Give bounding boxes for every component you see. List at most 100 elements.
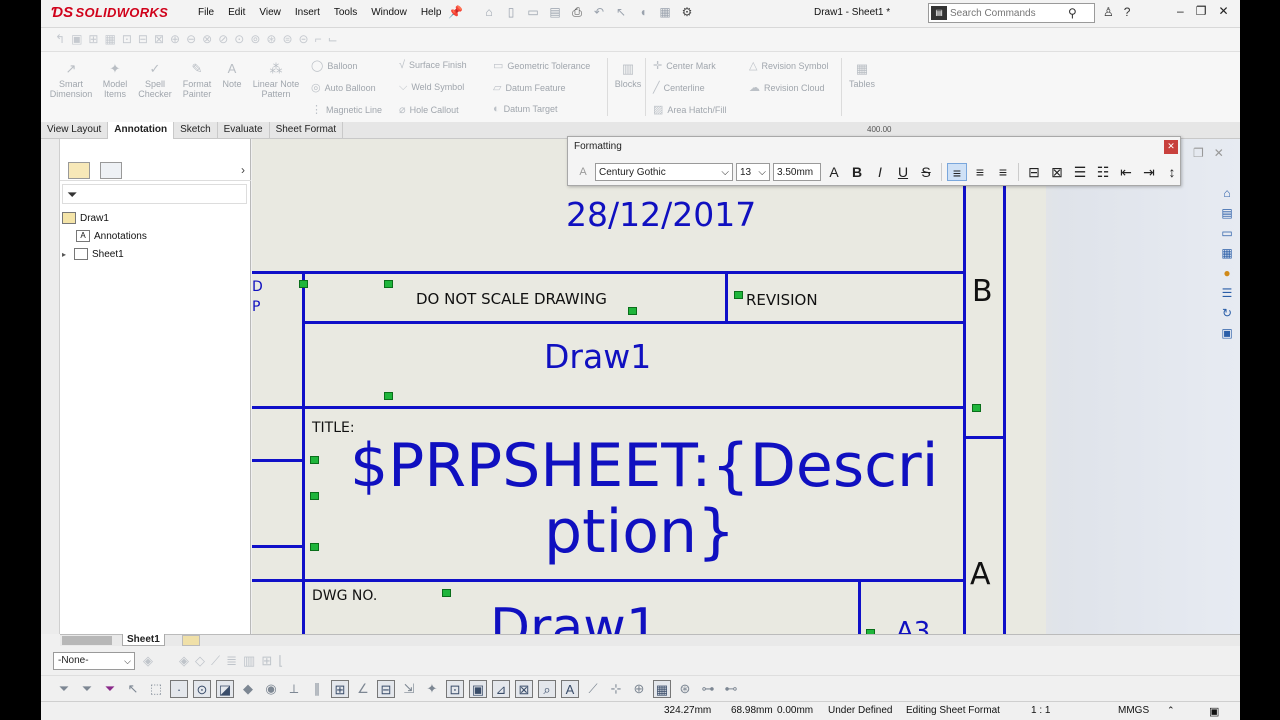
hole-callout-button[interactable]: ⌀ Hole Callout [399, 103, 459, 116]
align-right-icon[interactable]: ≡ [993, 163, 1013, 181]
left-fragment-2[interactable]: P [252, 299, 260, 315]
pin-menu-icon[interactable]: 📌 [448, 5, 463, 19]
file-explorer-icon[interactable]: ▭ [1218, 225, 1236, 242]
sheet-name-text[interactable]: Draw1 [544, 337, 651, 376]
clear-format-icon[interactable]: ⊠ [1047, 163, 1067, 181]
select-icon[interactable]: ↖ [613, 4, 629, 20]
select-arrow-icon[interactable]: ↖ [124, 680, 142, 698]
sketch-tool-icon[interactable]: ⊷ [722, 680, 740, 698]
strikethrough-button[interactable]: S [916, 163, 936, 181]
surface-finish-button[interactable]: √ Surface Finish [399, 59, 467, 71]
solidworks-logo[interactable]: ƊS SOLIDWORKS [51, 4, 168, 21]
menu-help[interactable]: Help [414, 7, 449, 18]
auto-balloon-button[interactable]: ◎ Auto Balloon [311, 81, 376, 94]
tool-icon[interactable]: ⊖ [186, 32, 196, 46]
selection-handle[interactable] [442, 589, 451, 597]
zoom-snap-icon[interactable]: ⌕ [538, 680, 556, 698]
status-units[interactable]: MMGS [1118, 705, 1149, 716]
solidworks-resources-icon[interactable]: ↻ [1218, 305, 1236, 322]
tool-icon[interactable]: ⊛ [266, 32, 276, 46]
decrease-indent-icon[interactable]: ⇤ [1116, 163, 1136, 181]
print-icon[interactable]: ⎙ [569, 4, 585, 20]
line-thickness-icon[interactable]: ◇ [195, 653, 205, 669]
increase-indent-icon[interactable]: ⇥ [1139, 163, 1159, 181]
underline-button[interactable]: U [893, 163, 913, 181]
chevron-right-icon[interactable]: › [241, 163, 245, 177]
sheet-date[interactable]: 28/12/2017 [566, 195, 756, 234]
design-library-icon[interactable]: ▤ [1218, 205, 1236, 222]
bullets-icon[interactable]: ☰ [1070, 163, 1090, 181]
weld-symbol-button[interactable]: ⌵ Weld Symbol [399, 81, 464, 94]
smart-dimension-button[interactable]: ↗ Smart Dimension [45, 62, 97, 100]
sketch-relation-icon[interactable]: ✦ [423, 680, 441, 698]
tables-button[interactable]: ▦ Tables [847, 62, 877, 90]
font-color-button[interactable]: A [824, 163, 844, 181]
tool-icon[interactable]: ⊘ [218, 32, 228, 46]
search-icon[interactable]: ⚲ [1068, 6, 1077, 20]
title-label[interactable]: TITLE: [312, 420, 355, 436]
sheet-navigation[interactable] [62, 636, 112, 645]
sheet-size-value[interactable]: A3 [896, 617, 930, 634]
line-spacing-icon[interactable]: ↕ [1162, 163, 1182, 181]
selection-handle[interactable] [734, 291, 743, 299]
tool-icon[interactable]: ⊟ [138, 32, 148, 46]
search-input[interactable] [950, 7, 1068, 19]
tool-icon[interactable]: ⊗ [202, 32, 212, 46]
hide-edge-icon[interactable]: ≣ [226, 653, 237, 669]
layer-properties-icon[interactable]: ◈ [143, 653, 153, 669]
bold-button[interactable]: B [847, 163, 867, 181]
area-hatch-button[interactable]: ▨ Area Hatch/Fill [653, 103, 726, 116]
tool-icon[interactable]: ▦ [104, 32, 115, 46]
close-icon[interactable]: ✕ [1214, 146, 1224, 160]
line-color-icon[interactable]: ◈ [179, 653, 189, 669]
menu-window[interactable]: Window [364, 7, 414, 18]
snap-distance-icon[interactable]: ⇲ [400, 680, 418, 698]
restore-icon[interactable]: ❐ [1196, 4, 1207, 18]
home-icon[interactable]: ⌂ [481, 4, 497, 20]
tool-icon[interactable]: ⌐ [315, 32, 322, 46]
do-not-scale-text[interactable]: DO NOT SCALE DRAWING [416, 290, 607, 308]
geometric-tolerance-button[interactable]: ▭ Geometric Tolerance [493, 59, 590, 72]
new-document-icon[interactable]: ▯ [503, 4, 519, 20]
user-icon[interactable]: ♙ [1103, 5, 1114, 19]
file-properties-icon[interactable]: ▦ [657, 4, 673, 20]
title-value-line1[interactable]: $PRPSHEET:{Descri [350, 431, 938, 501]
left-fragment-1[interactable]: D [252, 279, 263, 295]
select-window-icon[interactable]: ⬚ [147, 680, 165, 698]
tab-sheet-format[interactable]: Sheet Format [270, 122, 344, 139]
selection-handle[interactable] [972, 404, 981, 412]
tool-icon[interactable]: ⌙ [328, 32, 338, 46]
menu-edit[interactable]: Edit [221, 7, 252, 18]
tree-item-annotations[interactable]: A Annotations [62, 227, 147, 245]
tool-icon[interactable]: ⊙ [234, 32, 244, 46]
units-menu-chevron-up-icon[interactable]: ⌃ [1167, 705, 1175, 716]
search-commands[interactable]: ▤ ⚲ [928, 3, 1095, 23]
linear-note-pattern-button[interactable]: ⁂ Linear Note Pattern [249, 62, 303, 100]
tree-item-sheet1[interactable]: ▸ Sheet1 [62, 245, 147, 263]
close-icon[interactable]: ✕ [1218, 4, 1228, 18]
graphics-area[interactable]: 28/12/2017 D P DO NOT SCALE DRAWING REVI… [252, 139, 1240, 634]
numbering-icon[interactable]: ☷ [1093, 163, 1113, 181]
snap-quadrant-icon[interactable]: ◪ [216, 680, 234, 698]
sketch-tool-icon[interactable]: ⊶ [699, 680, 717, 698]
drawing-sheet[interactable]: 28/12/2017 D P DO NOT SCALE DRAWING REVI… [252, 139, 1046, 634]
search-scope-icon[interactable]: ▤ [931, 6, 947, 20]
appearances-icon[interactable]: ● [1218, 265, 1236, 282]
restore-icon[interactable]: ❐ [1193, 146, 1204, 160]
rebuild-icon[interactable]: ◖ [635, 4, 651, 20]
view-palette-icon[interactable]: ▦ [1218, 245, 1236, 262]
italic-button[interactable]: I [870, 163, 890, 181]
minimize-icon[interactable]: – [1177, 4, 1184, 18]
selection-handle[interactable] [384, 392, 393, 400]
balloon-button[interactable]: ◯ Balloon [311, 59, 357, 72]
add-sheet-icon[interactable] [182, 635, 200, 646]
tab-evaluate[interactable]: Evaluate [218, 122, 270, 139]
centerline-button[interactable]: ╱ Centerline [653, 81, 705, 94]
tree-root-draw1[interactable]: Draw1 [62, 209, 147, 227]
tool-icon[interactable]: ⊕ [170, 32, 180, 46]
stack-icon[interactable]: ⊟ [1024, 163, 1044, 181]
format-painter-button[interactable]: ✎ Format Painter [179, 62, 215, 100]
line-style-icon[interactable]: ⟋ [211, 653, 220, 669]
dimension-snap-icon[interactable]: ⊿ [492, 680, 510, 698]
sketch-tool-icon[interactable]: ⊹ [607, 680, 625, 698]
